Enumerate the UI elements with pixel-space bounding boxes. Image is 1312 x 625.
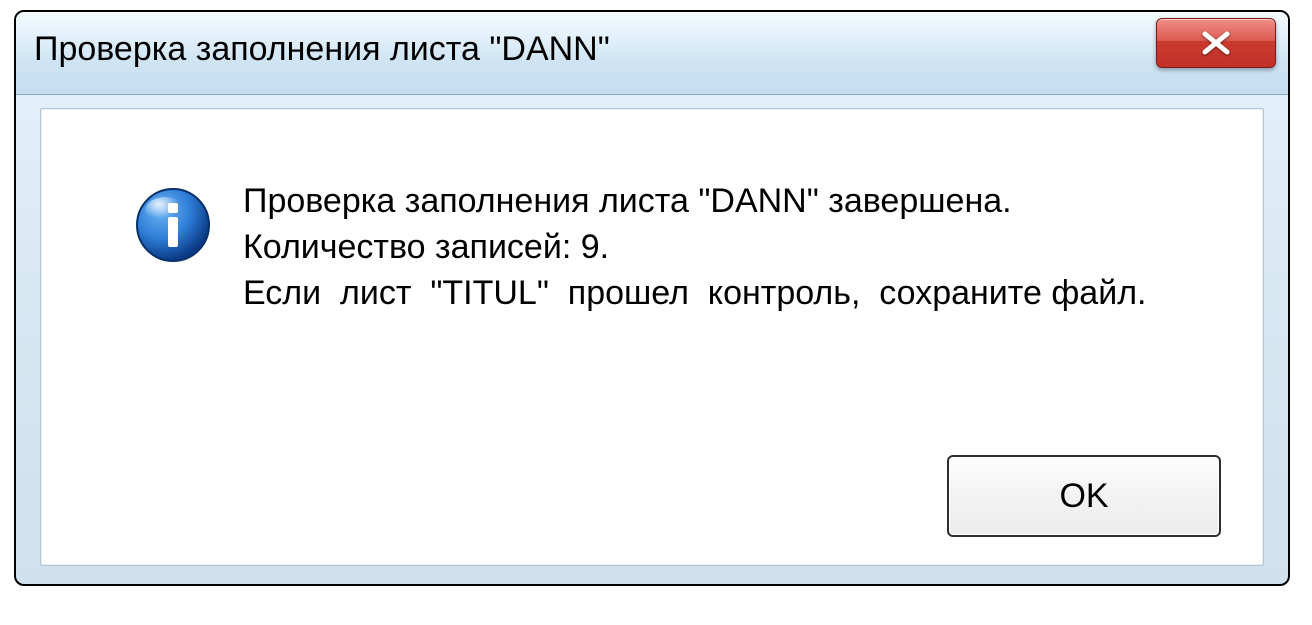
close-icon <box>1198 29 1234 57</box>
titlebar: Проверка заполнения листа "DANN" <box>16 12 1288 95</box>
message-line-1: Проверка заполнения листа "DANN" заверше… <box>243 179 1147 225</box>
ok-button-label: OK <box>1059 477 1108 516</box>
dialog-title: Проверка заполнения листа "DANN" <box>34 30 610 69</box>
message-line-3: Если лист "TITUL" прошел контроль, сохра… <box>243 271 1147 317</box>
dialog-content: Проверка заполнения листа "DANN" заверше… <box>40 108 1264 566</box>
message-dialog: Проверка заполнения листа "DANN" <box>14 10 1290 586</box>
message-line-2: Количество записей: 9. <box>243 225 1147 271</box>
message-row: Проверка заполнения листа "DANN" заверше… <box>133 179 1223 317</box>
info-icon <box>133 185 213 265</box>
ok-button[interactable]: OK <box>947 455 1221 537</box>
message-text: Проверка заполнения листа "DANN" заверше… <box>243 179 1147 317</box>
close-button[interactable] <box>1156 18 1276 68</box>
